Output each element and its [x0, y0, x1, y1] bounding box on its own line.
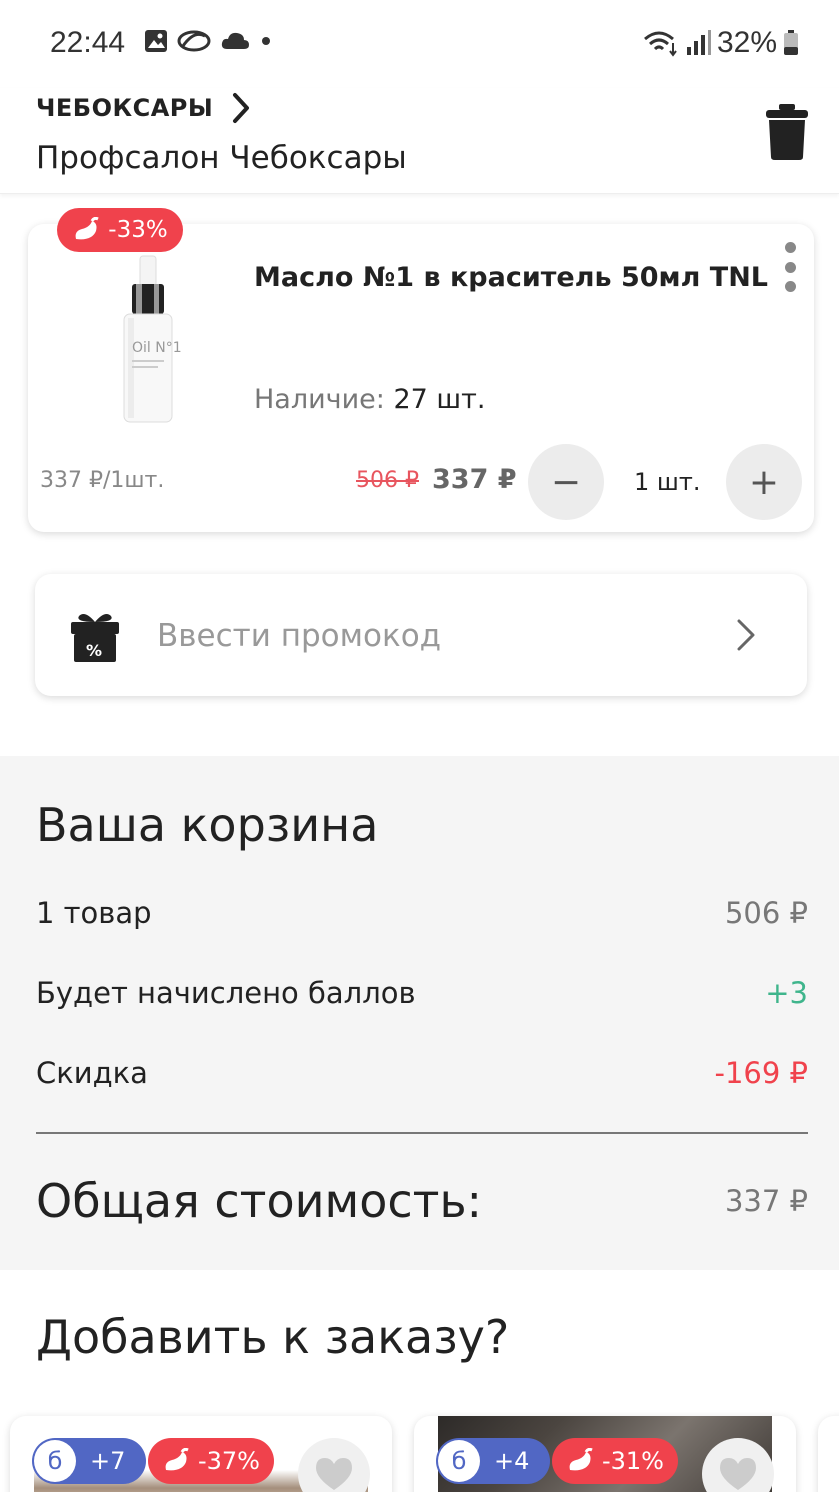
promo-code-button[interactable]: % Ввести промокод	[35, 574, 807, 696]
chili-icon	[165, 1448, 189, 1471]
signal-icon	[686, 30, 711, 55]
stock-value: 27 шт.	[393, 384, 486, 415]
bonus-badge: б +4	[436, 1438, 550, 1484]
points-value: +3	[765, 976, 808, 1010]
battery-percent: 32%	[716, 26, 777, 59]
increase-quantity-button[interactable]: +	[726, 444, 802, 520]
bonus-badge: б +7	[32, 1438, 146, 1484]
chili-icon	[569, 1448, 593, 1471]
battery-icon	[784, 30, 798, 55]
trash-icon[interactable]	[764, 102, 810, 162]
heart-icon	[720, 1458, 756, 1490]
bonus-value: +4	[494, 1447, 530, 1475]
bonus-value: +7	[90, 1447, 126, 1475]
dot-icon	[262, 37, 270, 45]
discount-value: -37%	[197, 1447, 260, 1475]
header: ЧЕБОКСАРЫ Профсалон Чебоксары	[0, 88, 839, 194]
discount-badge: -33%	[57, 208, 183, 252]
gift-icon: %	[71, 614, 119, 662]
decrease-quantity-button[interactable]: −	[528, 444, 604, 520]
cart-summary: Ваша корзина 1 товар 506 ₽ Будет начисле…	[0, 756, 839, 1270]
recommendation-card[interactable]: б +7 -37%	[10, 1416, 392, 1492]
chevron-right-icon	[233, 93, 250, 123]
bonus-letter: б	[34, 1440, 76, 1482]
wifi-icon	[643, 31, 677, 57]
heart-icon	[316, 1458, 352, 1490]
recommendation-card-partial[interactable]	[818, 1416, 839, 1492]
stock-info: Наличие: 27 шт.	[254, 384, 485, 415]
recommendation-card[interactable]: б +4 -31%	[414, 1416, 796, 1492]
city-selector[interactable]: ЧЕБОКСАРЫ	[36, 92, 251, 124]
cloud-icon	[221, 32, 249, 49]
promo-label: Ввести промокод	[157, 618, 442, 654]
salon-name: Профсалон Чебоксары	[36, 140, 407, 176]
status-icons-left	[143, 28, 273, 54]
points-label: Будет начислено баллов	[36, 976, 416, 1010]
quantity-value: 1 шт.	[634, 468, 701, 496]
chili-icon	[75, 217, 99, 240]
bonus-letter: б	[438, 1440, 480, 1482]
old-price: 506 ₽	[356, 468, 419, 493]
total-value: 337 ₽	[724, 1184, 808, 1218]
status-icons-right: 32%	[643, 26, 799, 60]
summary-title: Ваша корзина	[36, 798, 379, 852]
discount-value: -33%	[108, 217, 168, 243]
points-row: Будет начислено баллов +3	[36, 976, 808, 1010]
product-image[interactable]: Oil N°1	[110, 254, 186, 424]
summary-divider	[36, 1132, 808, 1134]
discount-row: Скидка -169 ₽	[36, 1056, 808, 1090]
total-row: Общая стоимость: 337 ₽	[36, 1174, 808, 1228]
status-bar: 22:44 32%	[0, 0, 839, 88]
items-label: 1 товар	[36, 896, 152, 930]
product-title[interactable]: Масло №1 в краситель 50мл TNL	[254, 262, 768, 293]
items-row: 1 товар 506 ₽	[36, 896, 808, 930]
discount-badge: -37%	[148, 1438, 274, 1484]
discount-badge: -31%	[552, 1438, 678, 1484]
svg-text:Oil N°1: Oil N°1	[132, 340, 182, 356]
discount-label: Скидка	[36, 1056, 148, 1090]
total-label: Общая стоимость:	[36, 1174, 483, 1228]
discount-value: -31%	[601, 1447, 664, 1475]
app-icon	[177, 30, 211, 52]
stock-label: Наличие:	[254, 384, 385, 415]
more-options-icon[interactable]	[778, 242, 802, 292]
chevron-right-icon	[737, 619, 755, 651]
status-time: 22:44	[50, 26, 126, 59]
new-price: 337 ₽	[432, 464, 517, 495]
svg-text:%: %	[86, 641, 102, 660]
recommendations-title: Добавить к заказу?	[36, 1310, 510, 1364]
items-value: 506 ₽	[724, 896, 808, 930]
unit-price: 337 ₽/1шт.	[40, 468, 165, 493]
gallery-icon	[145, 30, 167, 52]
cart-item-card: Oil N°1 Масло №1 в краситель 50мл TNL На…	[28, 224, 814, 532]
city-name: ЧЕБОКСАРЫ	[36, 94, 214, 122]
discount-amount: -169 ₽	[714, 1056, 809, 1090]
